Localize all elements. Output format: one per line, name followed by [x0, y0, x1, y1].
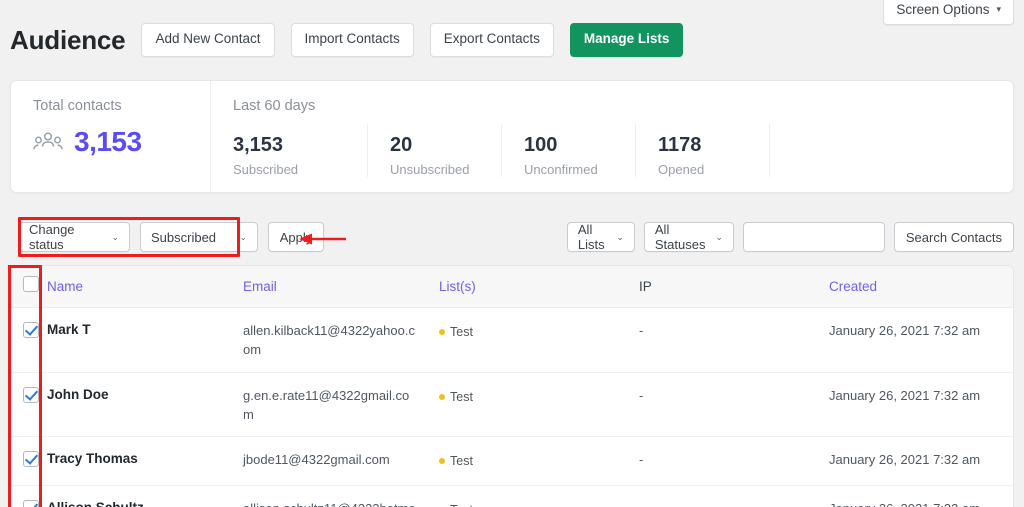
export-contacts-button[interactable]: Export Contacts	[429, 23, 554, 57]
bulk-actions-highlight	[18, 217, 240, 257]
row-select-cell	[11, 451, 47, 472]
stat-empty-slot	[769, 124, 1013, 177]
stats-card: Total contacts 3,153 Last 60 days 3,153 …	[10, 80, 1014, 193]
contact-created: January 26, 2021 7:32 am	[829, 387, 981, 403]
stat-unsubscribed-value: 20	[390, 134, 413, 156]
audience-page: Screen Options ▾ Audience Add New Contac…	[0, 0, 1024, 507]
search-input[interactable]	[742, 222, 885, 252]
period-stats: Last 60 days 3,153 Subscribed 20 Unsubsc…	[211, 81, 1013, 192]
contact-ip: -	[639, 323, 644, 338]
table-row: Tracy Thomas jbode11@4322gmail.com Test …	[11, 437, 1013, 487]
column-header-email[interactable]: Email	[243, 279, 277, 294]
total-contacts-value: 3,153	[74, 126, 142, 157]
contact-name: John Doe	[47, 386, 109, 402]
row-checkbox[interactable]	[23, 451, 39, 468]
table-header-row: Name Email List(s) IP Created	[11, 266, 1013, 308]
add-new-contact-button[interactable]: Add New Contact	[141, 23, 275, 57]
contact-email: allen.kilback11@4322yahoo.com	[243, 323, 415, 357]
import-contacts-button[interactable]: Import Contacts	[290, 23, 414, 57]
table-row: Allison Schultz Edit|Delete|Resend Confi…	[11, 486, 1013, 507]
chevron-down-icon: ⌄	[715, 231, 723, 242]
table-row: John Doe g.en.e.rate11@4322gmail.com Tes…	[11, 373, 1013, 438]
contact-list-badge: Test	[439, 503, 473, 507]
select-all-checkbox[interactable]	[23, 276, 39, 292]
list-color-dot-icon	[439, 329, 445, 335]
contact-name: Tracy Thomas	[47, 451, 138, 467]
contact-email: g.en.e.rate11@4322gmail.com	[243, 387, 410, 422]
contact-list-badge: Test	[439, 454, 473, 468]
contact-created: January 26, 2021 7:32 am	[829, 452, 981, 468]
contacts-table: Name Email List(s) IP Created Mark T all…	[10, 265, 1014, 507]
stat-subscribed-value: 3,153	[233, 134, 284, 156]
contact-list-name: Test	[450, 454, 473, 469]
stat-opened: 1178 Opened	[635, 124, 769, 177]
contact-list-badge: Test	[439, 390, 473, 404]
chevron-down-icon: ⌄	[616, 231, 624, 242]
people-group-icon	[33, 131, 63, 153]
table-body: Mark T allen.kilback11@4322yahoo.com Tes…	[11, 308, 1013, 507]
all-statuses-select[interactable]: All Statuses ⌄	[643, 222, 734, 252]
row-checkbox[interactable]	[23, 386, 39, 403]
contact-list-name: Test	[450, 389, 473, 404]
search-filters-group: All Lists ⌄ All Statuses ⌄ Search Contac…	[566, 222, 1014, 252]
total-contacts-label: Total contacts	[33, 98, 122, 114]
stat-unsubscribed-label: Unsubscribed	[390, 162, 470, 177]
stat-subscribed-label: Subscribed	[233, 162, 299, 177]
screen-options-label: Screen Options	[896, 2, 990, 17]
period-label: Last 60 days	[233, 98, 316, 114]
contact-created: January 26, 2021 7:32 am	[829, 323, 981, 338]
row-select-cell	[11, 386, 47, 408]
total-contacts-stat: Total contacts 3,153	[11, 81, 211, 192]
page-header: Audience Add New Contact Import Contacts…	[10, 20, 1014, 60]
stat-subscribed: 3,153 Subscribed	[233, 124, 367, 177]
contact-ip: -	[639, 452, 644, 468]
all-lists-value: All Lists	[577, 222, 605, 252]
filter-bar: Change status ⌄ Subscribed ⌄ Apply All L…	[10, 217, 1014, 257]
list-color-dot-icon	[439, 458, 445, 465]
all-lists-select[interactable]: All Lists ⌄	[566, 222, 635, 252]
table-row: Mark T allen.kilback11@4322yahoo.com Tes…	[11, 308, 1013, 373]
column-header-created[interactable]: Created	[829, 279, 877, 294]
contact-ip: -	[639, 500, 829, 507]
chevron-down-icon: ⌄	[239, 231, 247, 242]
search-contacts-button[interactable]: Search Contacts	[893, 222, 1014, 252]
contact-name: Allison Schultz	[47, 500, 243, 507]
column-header-ip: IP	[639, 278, 652, 294]
row-select-cell	[11, 322, 47, 343]
page-title: Audience	[10, 24, 126, 55]
row-select-cell	[11, 500, 47, 507]
contact-email: jbode11@4322gmail.com	[243, 452, 390, 468]
stat-opened-value: 1178	[658, 134, 702, 156]
annotation-arrow-icon	[299, 233, 346, 245]
column-header-lists: List(s)	[439, 278, 476, 294]
select-all-cell	[11, 276, 47, 297]
contact-list-name: Test	[450, 503, 473, 507]
stat-unconfirmed: 100 Unconfirmed	[501, 124, 635, 177]
stat-unconfirmed-label: Unconfirmed	[524, 162, 598, 177]
stat-unconfirmed-value: 100	[524, 134, 558, 156]
manage-lists-button[interactable]: Manage Lists	[569, 23, 684, 57]
stat-opened-label: Opened	[658, 162, 705, 177]
contact-name: Mark T	[47, 322, 91, 337]
column-header-name[interactable]: Name	[47, 279, 83, 294]
all-statuses-value: All Statuses	[654, 222, 706, 252]
row-checkbox[interactable]	[23, 500, 39, 507]
contact-list-name: Test	[450, 325, 473, 339]
contact-email: allison.schultz11@4322hotmail.com	[243, 500, 439, 507]
list-color-dot-icon	[439, 393, 445, 400]
row-checkbox[interactable]	[23, 322, 39, 338]
contact-ip: -	[639, 387, 644, 403]
chevron-down-icon: ▾	[996, 4, 1001, 14]
contact-created: January 26, 2021 7:32 am	[829, 500, 1013, 507]
contact-list-badge: Test	[439, 325, 473, 339]
stat-unsubscribed: 20 Unsubscribed	[367, 124, 501, 177]
